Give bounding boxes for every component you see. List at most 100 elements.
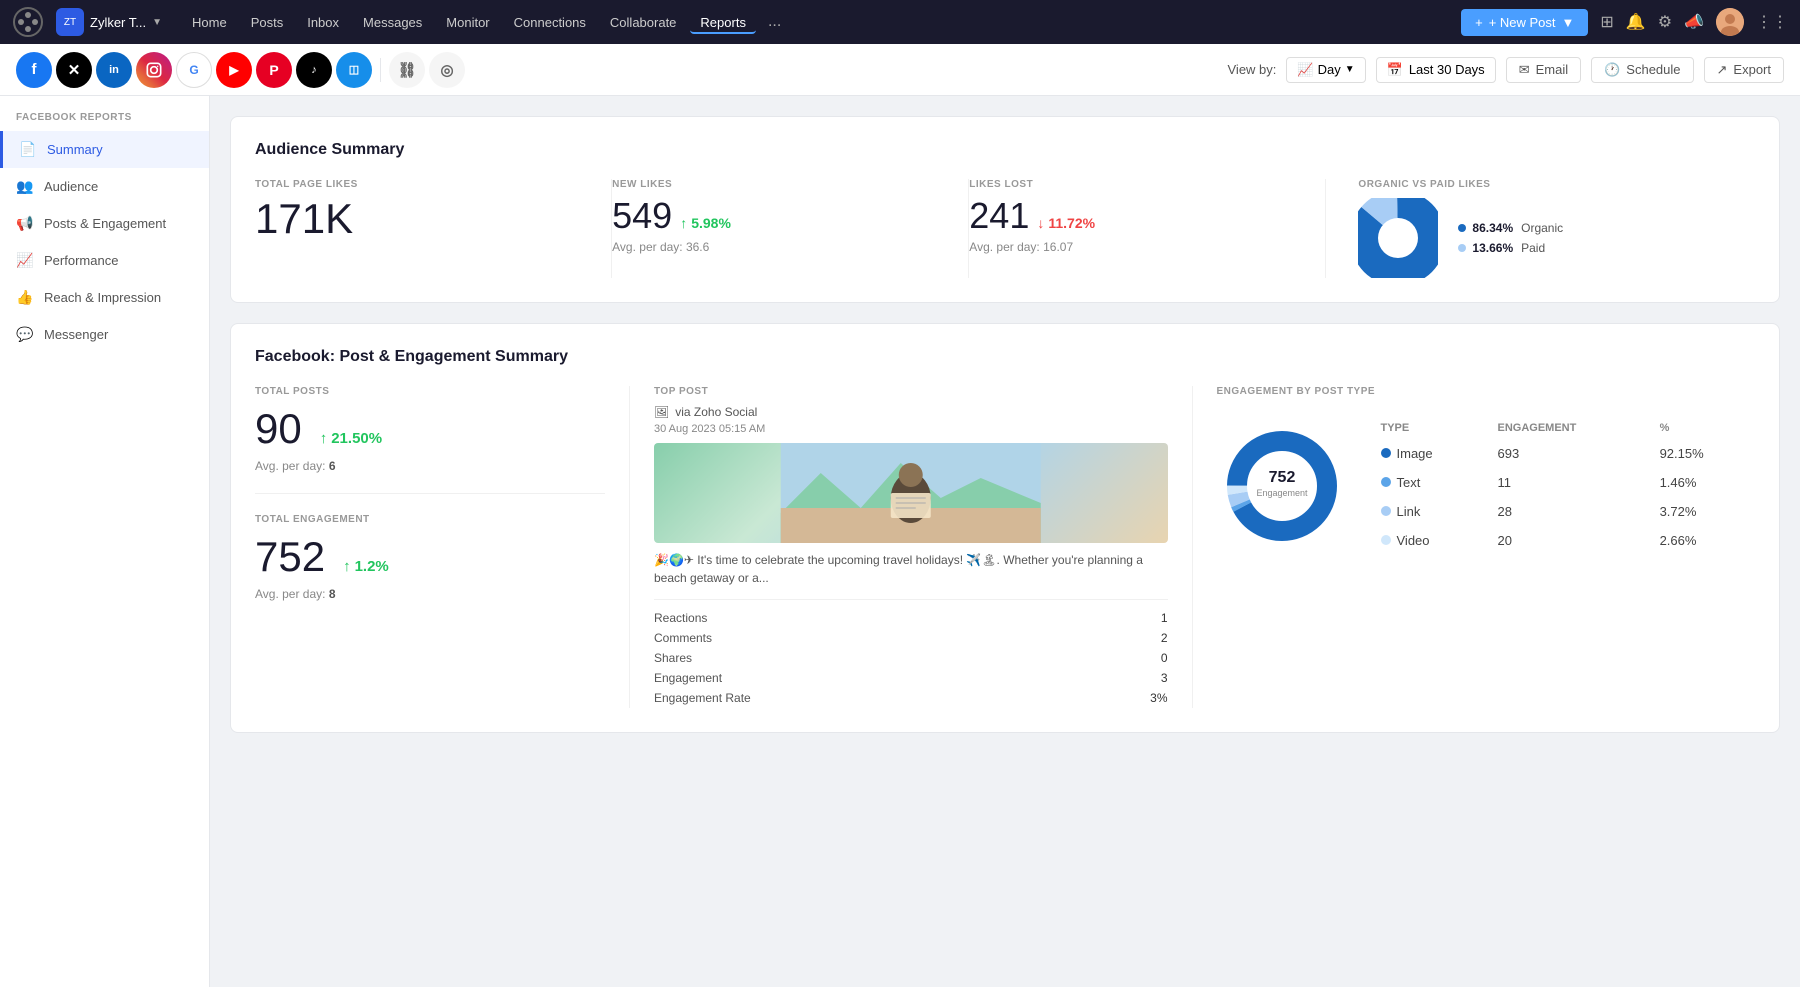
reactions-value: 1 — [1161, 611, 1168, 625]
top-nav: ZT Zylker T... ▼ Home Posts Inbox Messag… — [0, 0, 1800, 44]
paid-dot — [1458, 244, 1466, 252]
twitter-tab[interactable]: ✕ — [56, 52, 92, 88]
email-button[interactable]: ✉ Email — [1506, 57, 1581, 83]
engagement-row-label: Engagement — [654, 671, 722, 685]
brand-name: Zylker T... — [90, 15, 146, 30]
sidebar-item-summary[interactable]: 📄 Summary — [0, 131, 209, 168]
pct-col-header: % — [1652, 418, 1753, 438]
nav-messages[interactable]: Messages — [353, 11, 432, 34]
total-posts-avg: Avg. per day: 6 — [255, 459, 605, 473]
new-likes-label: NEW LIKES — [612, 179, 944, 190]
engagement-rate-label: Engagement Rate — [654, 691, 751, 705]
total-page-likes-value: 171K — [255, 198, 587, 240]
email-icon: ✉ — [1519, 62, 1530, 78]
social-separator — [380, 58, 381, 82]
new-likes-change: ↑ 5.98% — [680, 215, 731, 231]
toolbar-right: View by: 📈 Day ▼ 📅 Last 30 Days ✉ Email … — [1228, 57, 1785, 83]
total-engagement-change: ↑ 1.2% — [343, 558, 389, 575]
export-button[interactable]: ↗ Export — [1704, 57, 1784, 83]
sidebar-item-messenger[interactable]: 💬 Messenger — [0, 316, 209, 353]
comments-label: Comments — [654, 631, 712, 645]
top-post-date: 30 Aug 2023 05:15 AM — [654, 423, 1168, 435]
reactions-row: Reactions 1 — [654, 608, 1168, 628]
avatar[interactable] — [1716, 8, 1744, 36]
view-by-label: View by: — [1228, 62, 1277, 77]
shares-label: Shares — [654, 651, 692, 665]
link-tab[interactable]: ⛓ — [389, 52, 425, 88]
pinterest-tab[interactable]: P — [256, 52, 292, 88]
sidebar-item-posts-engagement[interactable]: 📢 Posts & Engagement — [0, 205, 209, 242]
engagement-by-type-column: ENGAGEMENT BY POST TYPE — [1193, 386, 1756, 708]
settings-icon[interactable]: ⚙ — [1658, 12, 1672, 32]
shares-value: 0 — [1161, 651, 1168, 665]
instagram-tab[interactable] — [136, 52, 172, 88]
sidebar-label-performance: Performance — [44, 253, 118, 268]
post-engagement-title: Facebook: Post & Engagement Summary — [255, 348, 1755, 366]
new-post-label: + New Post — [1489, 15, 1556, 30]
sidebar-item-audience[interactable]: 👥 Audience — [0, 168, 209, 205]
nav-posts[interactable]: Posts — [241, 11, 294, 34]
nav-home[interactable]: Home — [182, 11, 237, 34]
google-tab[interactable]: G — [176, 52, 212, 88]
top-post-label: TOP POST — [654, 386, 1168, 397]
date-range-picker[interactable]: 📅 Last 30 Days — [1376, 57, 1496, 83]
grid-icon[interactable]: ⊞ — [1600, 12, 1613, 32]
brand-area[interactable]: ZT Zylker T... ▼ — [56, 8, 162, 36]
total-page-likes-label: TOTAL PAGE LIKES — [255, 179, 587, 190]
buffer-tab[interactable]: ◫ — [336, 52, 372, 88]
total-engagement-avg: Avg. per day: 8 — [255, 587, 605, 601]
facebook-tab[interactable]: f — [16, 52, 52, 88]
likes-lost-change: ↓ 11.72% — [1037, 215, 1095, 231]
total-posts-change: ↑ 21.50% — [320, 430, 382, 447]
schedule-button[interactable]: 🕐 Schedule — [1591, 57, 1693, 83]
shares-row: Shares 0 — [654, 648, 1168, 668]
type-table: TYPE ENGAGEMENT % Image 693 92.15% Text … — [1371, 416, 1756, 556]
pie-legend: 86.34% Organic 13.66% Paid — [1458, 221, 1563, 255]
youtube-tab[interactable]: ▶ — [216, 52, 252, 88]
nav-collaborate[interactable]: Collaborate — [600, 11, 687, 34]
sidebar-label-messenger: Messenger — [44, 327, 108, 342]
nav-inbox[interactable]: Inbox — [297, 11, 349, 34]
nav-right-area: + + New Post ▼ ⊞ 🔔 ⚙ 📣 ⋮⋮ — [1461, 8, 1788, 36]
sidebar-item-reach-impression[interactable]: 👍 Reach & Impression — [0, 279, 209, 316]
clock-icon: 🕐 — [1604, 62, 1620, 78]
audience-metrics-grid: TOTAL PAGE LIKES 171K NEW LIKES 549 ↑ 5.… — [255, 179, 1755, 278]
bell-icon[interactable]: 🔔 — [1626, 12, 1646, 32]
likes-lost-block: LIKES LOST 241 ↓ 11.72% Avg. per day: 16… — [969, 179, 1326, 278]
engagement-rate-value: 3% — [1150, 691, 1167, 705]
nav-reports[interactable]: Reports — [690, 11, 756, 34]
brand-icon: ZT — [56, 8, 84, 36]
nav-monitor[interactable]: Monitor — [436, 11, 499, 34]
apps-icon[interactable]: ⋮⋮ — [1756, 12, 1788, 32]
day-label: Day — [1318, 62, 1341, 77]
total-engagement-label: TOTAL ENGAGEMENT — [255, 514, 605, 525]
engagement-col-header: ENGAGEMENT — [1490, 418, 1650, 438]
megaphone-icon[interactable]: 📣 — [1684, 12, 1704, 32]
post-left-column: TOTAL POSTS 90 ↑ 21.50% Avg. per day: 6 — [255, 386, 630, 708]
type-table-row: Video 20 2.66% — [1373, 527, 1754, 554]
sidebar-section-label: FACEBOOK REPORTS — [0, 112, 209, 131]
audience-icon: 👥 — [16, 178, 34, 195]
new-post-button[interactable]: + + New Post ▼ — [1461, 9, 1588, 36]
social-tabs-bar: f ✕ in G ▶ P ♪ ◫ ⛓ ◎ View by: 📈 Day ▼ 📅 … — [0, 44, 1800, 96]
likes-lost-arrow: ↓ — [1037, 215, 1044, 231]
linkedin-tab[interactable]: in — [96, 52, 132, 88]
type-table-row: Text 11 1.46% — [1373, 469, 1754, 496]
sidebar-item-performance[interactable]: 📈 Performance — [0, 242, 209, 279]
day-select[interactable]: 📈 Day ▼ — [1286, 57, 1365, 83]
performance-icon: 📈 — [16, 252, 34, 269]
nav-connections[interactable]: Connections — [504, 11, 596, 34]
export-icon: ↗ — [1717, 62, 1728, 78]
donut-chart: 752 Engagement — [1217, 421, 1347, 551]
content-area: Audience Summary TOTAL PAGE LIKES 171K N… — [210, 96, 1800, 987]
nav-more[interactable]: ... — [760, 9, 789, 35]
new-likes-avg: Avg. per day: 36.6 — [612, 240, 944, 254]
tiktok-tab[interactable]: ♪ — [296, 52, 332, 88]
summary-icon: 📄 — [19, 141, 37, 158]
organic-paid-block: ORGANIC VS PAID LIKES — [1326, 179, 1755, 278]
chart-icon: 📈 — [1297, 62, 1313, 78]
top-post-image — [654, 443, 1168, 543]
chat-tab[interactable]: ◎ — [429, 52, 465, 88]
likes-lost-label: LIKES LOST — [969, 179, 1301, 190]
sidebar-label-posts: Posts & Engagement — [44, 216, 166, 231]
